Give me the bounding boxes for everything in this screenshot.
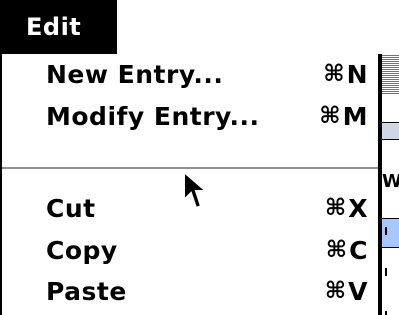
menu-item-label: Cut xyxy=(46,193,96,223)
menu-item-label: Modify Entry... xyxy=(46,101,260,131)
edit-menu: New Entry... ⌘ N Modify Entry... ⌘ M Cut… xyxy=(0,54,380,315)
shortcut-key: N xyxy=(346,59,368,89)
command-key-icon: ⌘ xyxy=(324,278,347,304)
background-window-tick xyxy=(385,311,387,315)
background-window-tick xyxy=(385,268,387,276)
menu-item-paste[interactable]: Paste ⌘ V xyxy=(2,271,378,311)
background-window-header-band xyxy=(382,122,399,140)
menu-item-label: Paste xyxy=(46,276,127,306)
shortcut-key: M xyxy=(342,101,368,131)
background-window-letter: W xyxy=(382,172,399,192)
menu-item-shortcut: ⌘ X xyxy=(325,194,368,223)
shortcut-key: C xyxy=(349,235,368,265)
menu-item-shortcut: ⌘ N xyxy=(323,60,368,89)
background-window: W xyxy=(380,54,399,315)
background-window-title-stripes xyxy=(382,54,399,94)
menu-item-cut[interactable]: Cut ⌘ X xyxy=(2,188,378,228)
command-key-icon: ⌘ xyxy=(319,103,341,129)
shortcut-key: X xyxy=(348,193,368,223)
menu-item-shortcut: ⌘ C xyxy=(326,236,368,265)
menu-separator xyxy=(2,167,378,169)
menu-item-shortcut: ⌘ V xyxy=(325,277,368,306)
command-key-icon: ⌘ xyxy=(324,195,347,221)
shortcut-key: V xyxy=(348,276,368,306)
background-window-tick xyxy=(385,227,387,235)
command-key-icon: ⌘ xyxy=(325,237,348,263)
command-key-icon: ⌘ xyxy=(323,61,345,87)
menu-item-copy[interactable]: Copy ⌘ C xyxy=(2,230,378,270)
menu-item-new-entry[interactable]: New Entry... ⌘ N xyxy=(2,54,378,94)
menu-item-label: Copy xyxy=(46,235,118,265)
menu-item-shortcut: ⌘ M xyxy=(319,102,368,131)
menu-item-modify-entry[interactable]: Modify Entry... ⌘ M xyxy=(2,96,378,136)
menu-item-label: New Entry... xyxy=(46,59,224,89)
edit-menu-title[interactable]: Edit xyxy=(0,0,117,54)
